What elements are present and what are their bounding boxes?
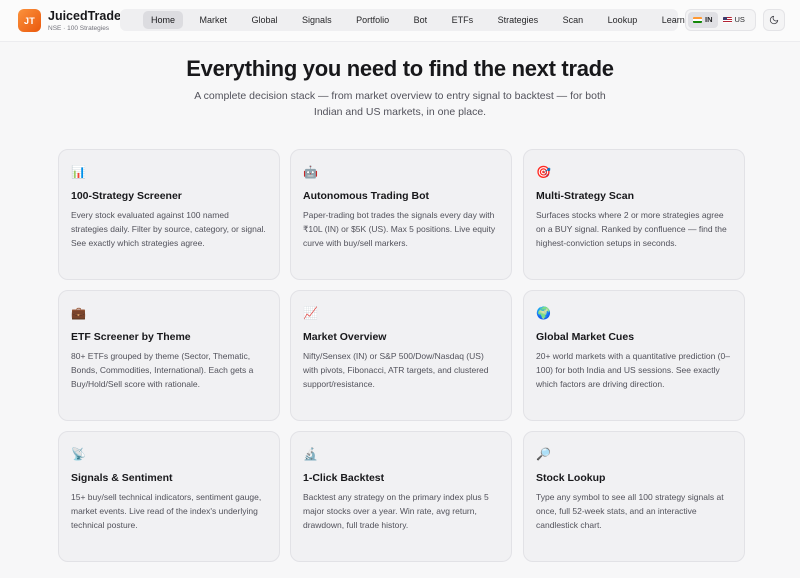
feature-title: 100-Strategy Screener (71, 190, 182, 202)
nav-item-strategies[interactable]: Strategies (490, 11, 547, 29)
feature-title: Global Market Cues (536, 331, 635, 343)
nav-item-bot[interactable]: Bot (406, 11, 436, 29)
nav-item-market[interactable]: Market (192, 11, 236, 29)
logo-text: JT (24, 15, 35, 26)
feature-description: Type any symbol to see all 100 strategy … (536, 492, 724, 531)
market-toggle: IN US (685, 9, 756, 31)
feature-card-signals-sentiment[interactable]: 📡 Signals & Sentiment 15+ buy/sell techn… (58, 431, 280, 562)
nav-item-lookup[interactable]: Lookup (600, 11, 646, 29)
feature-card-stock-lookup[interactable]: 🔎 Stock Lookup Type any symbol to see al… (523, 431, 745, 562)
feature-description: Nifty/Sensex (IN) or S&P 500/Dow/Nasdaq … (303, 351, 489, 390)
feature-title: 1-Click Backtest (303, 472, 385, 484)
robot-icon: 🤖 (303, 165, 318, 179)
feature-card-trading-bot[interactable]: 🤖 Autonomous Trading Bot Paper-trading b… (290, 149, 512, 280)
feature-title: Signals & Sentiment (71, 472, 173, 484)
magnifier-icon: 🔎 (536, 447, 551, 461)
feature-description: 20+ world markets with a quantitative pr… (536, 351, 730, 390)
feature-card-global-cues[interactable]: 🌍 Global Market Cues 20+ world markets w… (523, 290, 745, 421)
feature-description: 15+ buy/sell technical indicators, senti… (71, 492, 262, 531)
india-flag-icon (693, 17, 702, 23)
feature-title: Multi-Strategy Scan (536, 190, 635, 202)
market-option-us[interactable]: US (718, 12, 750, 28)
feature-description: Surfaces stocks where 2 or more strategi… (536, 210, 727, 249)
top-navbar: JT JuicedTrade NSE · 100 Strategies Home… (0, 0, 800, 42)
feature-description: Paper-trading bot trades the signals eve… (303, 210, 496, 249)
hero-subtitle: A complete decision stack — from market … (194, 90, 606, 118)
brand-subtitle: NSE · 100 Strategies (48, 25, 110, 32)
nav-item-scan[interactable]: Scan (555, 11, 592, 29)
feature-description: 80+ ETFs grouped by theme (Sector, Thema… (71, 351, 254, 390)
hero-title: Everything you need to find the next tra… (186, 56, 614, 81)
globe-icon: 🌍 (536, 306, 551, 320)
market-option-in[interactable]: IN (688, 12, 718, 28)
nav-item-global[interactable]: Global (244, 11, 286, 29)
feature-card-multi-strategy-scan[interactable]: 🎯 Multi-Strategy Scan Surfaces stocks wh… (523, 149, 745, 280)
target-icon: 🎯 (536, 165, 551, 179)
microscope-icon: 🔬 (303, 447, 318, 461)
feature-description: Backtest any strategy on the primary ind… (303, 492, 489, 531)
theme-toggle-button[interactable] (763, 9, 785, 31)
satellite-antenna-icon: 📡 (71, 447, 86, 461)
feature-title: Autonomous Trading Bot (303, 190, 429, 202)
feature-card-strategy-screener[interactable]: 📊 100-Strategy Screener Every stock eval… (58, 149, 280, 280)
moon-icon (769, 15, 779, 25)
market-option-us-label: US (734, 15, 745, 24)
feature-card-etf-screener[interactable]: 💼 ETF Screener by Theme 80+ ETFs grouped… (58, 290, 280, 421)
main-nav: Home Market Global Signals Portfolio Bot… (120, 9, 685, 31)
market-option-in-label: IN (705, 15, 713, 24)
bar-chart-icon: 📊 (71, 165, 86, 179)
feature-title: Stock Lookup (536, 472, 606, 484)
nav-item-home[interactable]: Home (143, 11, 184, 29)
nav-item-signals[interactable]: Signals (294, 11, 340, 29)
nav-item-etfs[interactable]: ETFs (444, 11, 482, 29)
us-flag-icon (722, 17, 732, 23)
trend-chart-icon: 📈 (303, 306, 318, 320)
feature-description: Every stock evaluated against 100 named … (71, 210, 266, 249)
feature-card-market-overview[interactable]: 📈 Market Overview Nifty/Sensex (IN) or S… (290, 290, 512, 421)
feature-title: Market Overview (303, 331, 387, 343)
feature-title: ETF Screener by Theme (71, 331, 191, 343)
brand-logo[interactable]: JT (18, 9, 41, 32)
briefcase-icon: 💼 (71, 306, 86, 320)
nav-item-portfolio[interactable]: Portfolio (348, 11, 397, 29)
feature-card-backtest[interactable]: 🔬 1-Click Backtest Backtest any strategy… (290, 431, 512, 562)
brand-name[interactable]: JuicedTrade (48, 9, 121, 23)
